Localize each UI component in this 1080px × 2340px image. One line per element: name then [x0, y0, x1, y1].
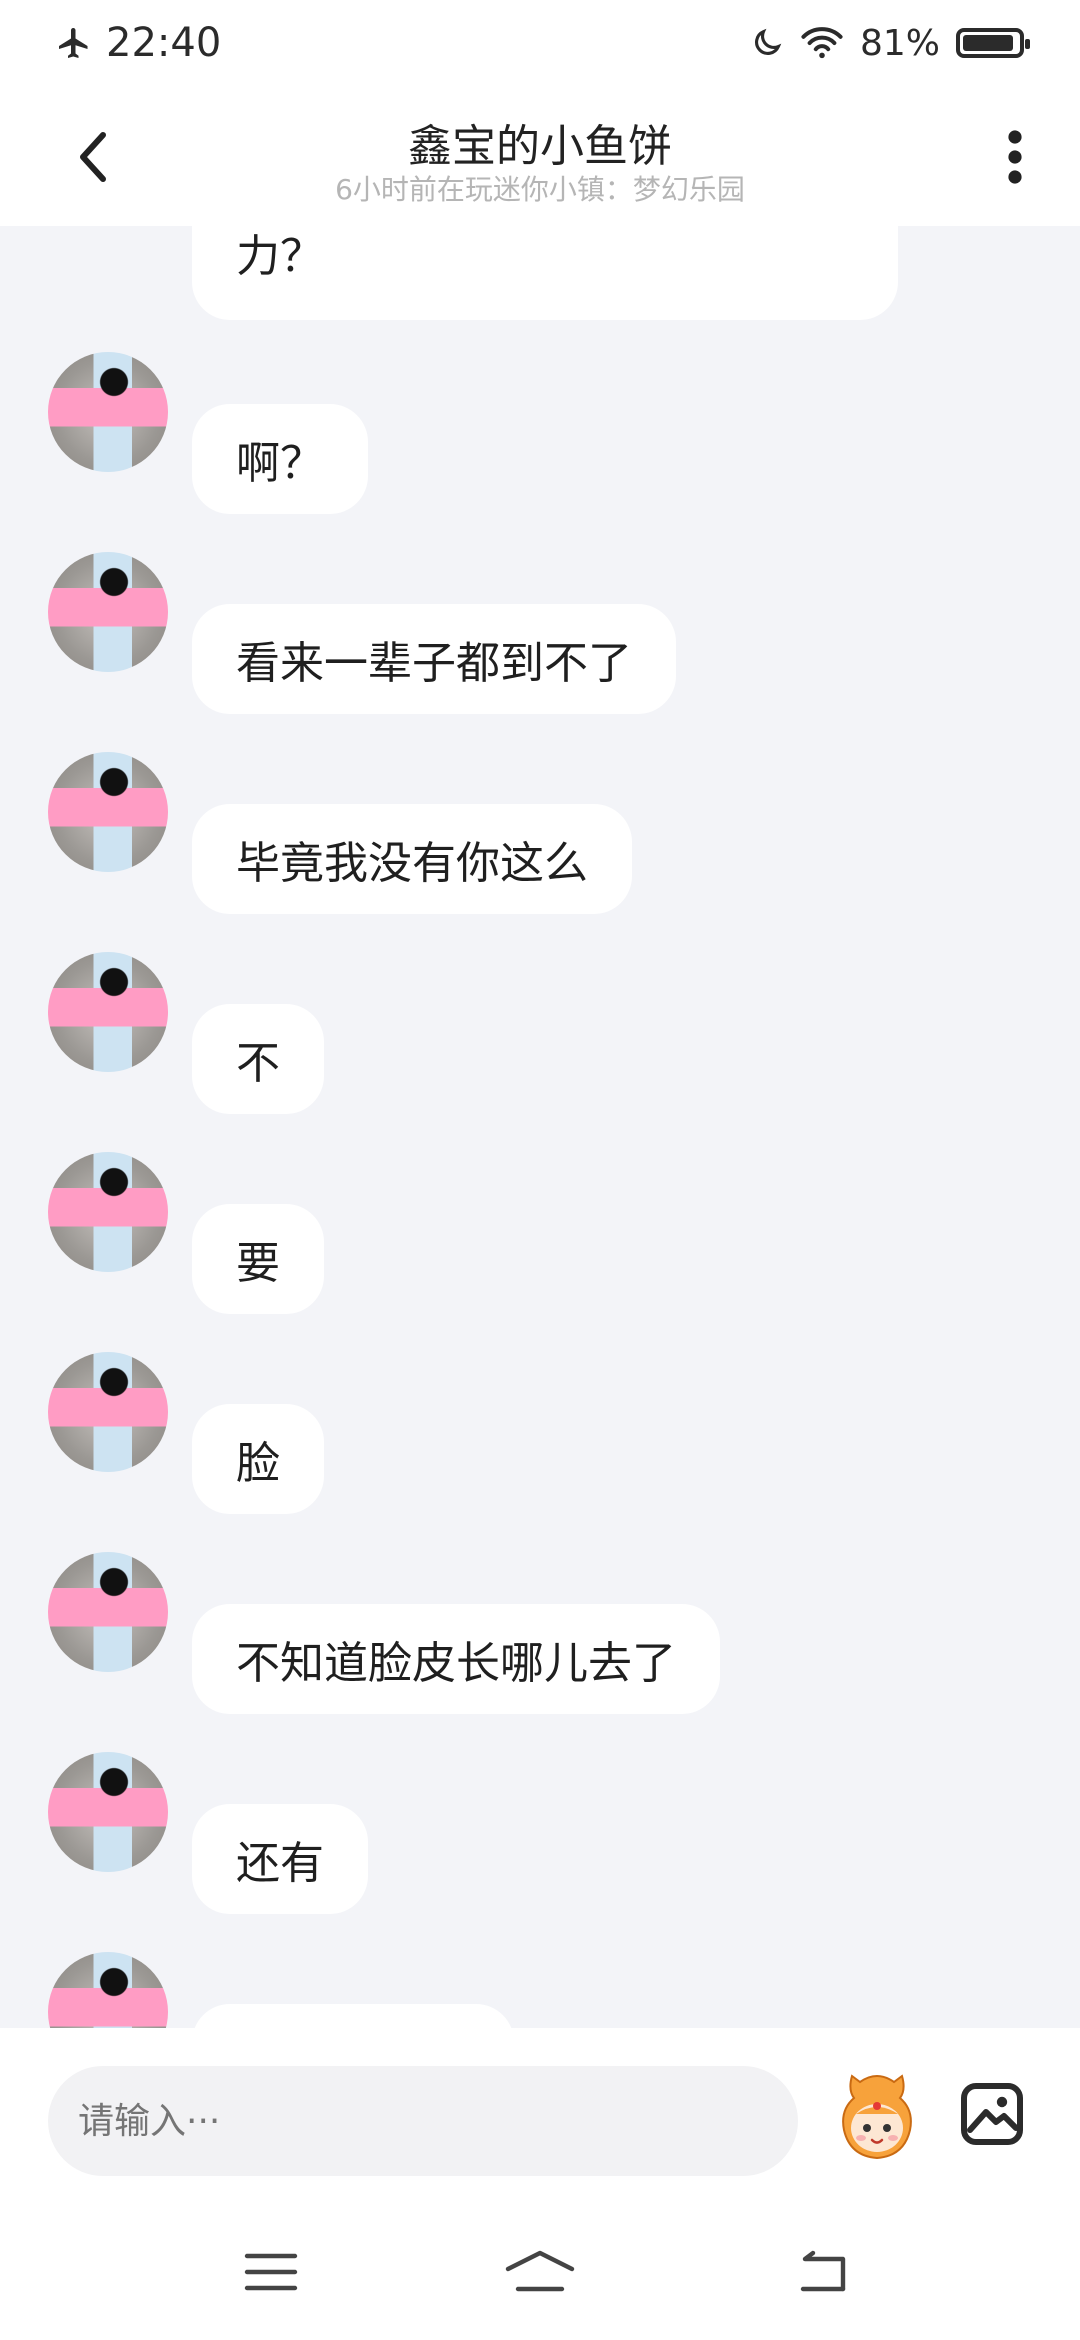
avatar[interactable] — [48, 552, 168, 672]
back-arrow-icon — [800, 2250, 846, 2292]
status-right: 81% — [750, 16, 1030, 70]
airplane-icon — [59, 28, 88, 58]
message-row: 要 — [0, 1152, 1080, 1322]
message-bubble[interactable]: 不 — [192, 1004, 324, 1114]
message-bubble[interactable]: 还有 — [192, 1804, 368, 1914]
message-row: 毕竟我没有你这么 — [0, 752, 1080, 922]
message-text: 还有 — [236, 1838, 324, 1889]
avatar[interactable] — [48, 352, 168, 472]
message-bubble[interactable]: 看来一辈子都到不了 — [192, 604, 676, 714]
chat-subtitle: 6小时前在玩迷你小镇：梦幻乐园 — [335, 173, 745, 206]
status-time: 22:40 — [106, 20, 222, 66]
battery-percent: 81% — [859, 22, 940, 64]
message-text: 看来一辈子都到不了 — [236, 638, 632, 689]
avatar[interactable] — [48, 952, 168, 1072]
home-icon — [505, 2250, 575, 2292]
message-row-partial — [0, 1952, 1080, 2028]
status-bar: 22:40 81% — [0, 0, 1080, 84]
system-nav-bar — [0, 2208, 1080, 2340]
avatar[interactable] — [48, 1552, 168, 1672]
avatar[interactable] — [48, 1352, 168, 1472]
message-list[interactable]: 力？ 啊？ 看来一辈子都到不了 毕竟我没有你这么 不 要 脸 不知道脸皮长哪儿去… — [0, 226, 1080, 2028]
avatar[interactable] — [48, 1752, 168, 1872]
message-text: 不知道脸皮长哪儿去了 — [236, 1638, 676, 1689]
message-bubble[interactable]: 不知道脸皮长哪儿去了 — [192, 1604, 720, 1714]
message-row: 还有 — [0, 1752, 1080, 1922]
message-bubble[interactable]: 毕竟我没有你这么 — [192, 804, 632, 914]
avatar[interactable] — [48, 1152, 168, 1272]
chat-header: 鑫宝的小鱼饼 6小时前在玩迷你小镇：梦幻乐园 — [0, 84, 1080, 226]
message-row: 看来一辈子都到不了 — [0, 552, 1080, 722]
emoji-button[interactable] — [832, 2070, 922, 2166]
message-text: 啊？ — [236, 438, 324, 489]
menu-icon — [244, 2253, 298, 2291]
message-bubble[interactable]: 力？ — [192, 226, 898, 320]
moon-icon — [755, 28, 782, 55]
message-row: 啊？ — [0, 352, 1080, 522]
wifi-icon — [801, 27, 843, 59]
more-vertical-icon — [1008, 130, 1022, 184]
message-text: 力？ — [236, 231, 324, 282]
nav-home-button[interactable] — [495, 2244, 585, 2300]
avatar[interactable] — [48, 1952, 168, 2028]
message-bubble[interactable]: 脸 — [192, 1404, 324, 1514]
battery-icon — [956, 28, 1030, 58]
message-row: 不 — [0, 952, 1080, 1122]
mascot-emoji-icon — [842, 2074, 912, 2160]
message-bubble[interactable] — [192, 2004, 514, 2028]
message-text: 不 — [236, 1038, 280, 1089]
chat-title: 鑫宝的小鱼饼 — [408, 121, 672, 172]
status-left: 22:40 — [56, 16, 221, 70]
image-button[interactable] — [958, 2080, 1026, 2148]
message-bubble[interactable]: 啊？ — [192, 404, 368, 514]
input-bar — [0, 2028, 1080, 2208]
message-bubble[interactable]: 要 — [192, 1204, 324, 1314]
image-icon — [961, 2083, 1023, 2145]
message-text: 要 — [236, 1238, 280, 1289]
avatar[interactable] — [48, 752, 168, 872]
nav-menu-button[interactable] — [226, 2244, 316, 2300]
more-options-button[interactable] — [980, 122, 1050, 192]
message-text: 毕竟我没有你这么 — [236, 838, 588, 889]
message-text: 脸 — [236, 1438, 280, 1489]
nav-back-button[interactable] — [778, 2244, 868, 2300]
message-row: 脸 — [0, 1352, 1080, 1522]
message-row: 不知道脸皮长哪儿去了 — [0, 1552, 1080, 1722]
message-input[interactable] — [48, 2066, 798, 2176]
